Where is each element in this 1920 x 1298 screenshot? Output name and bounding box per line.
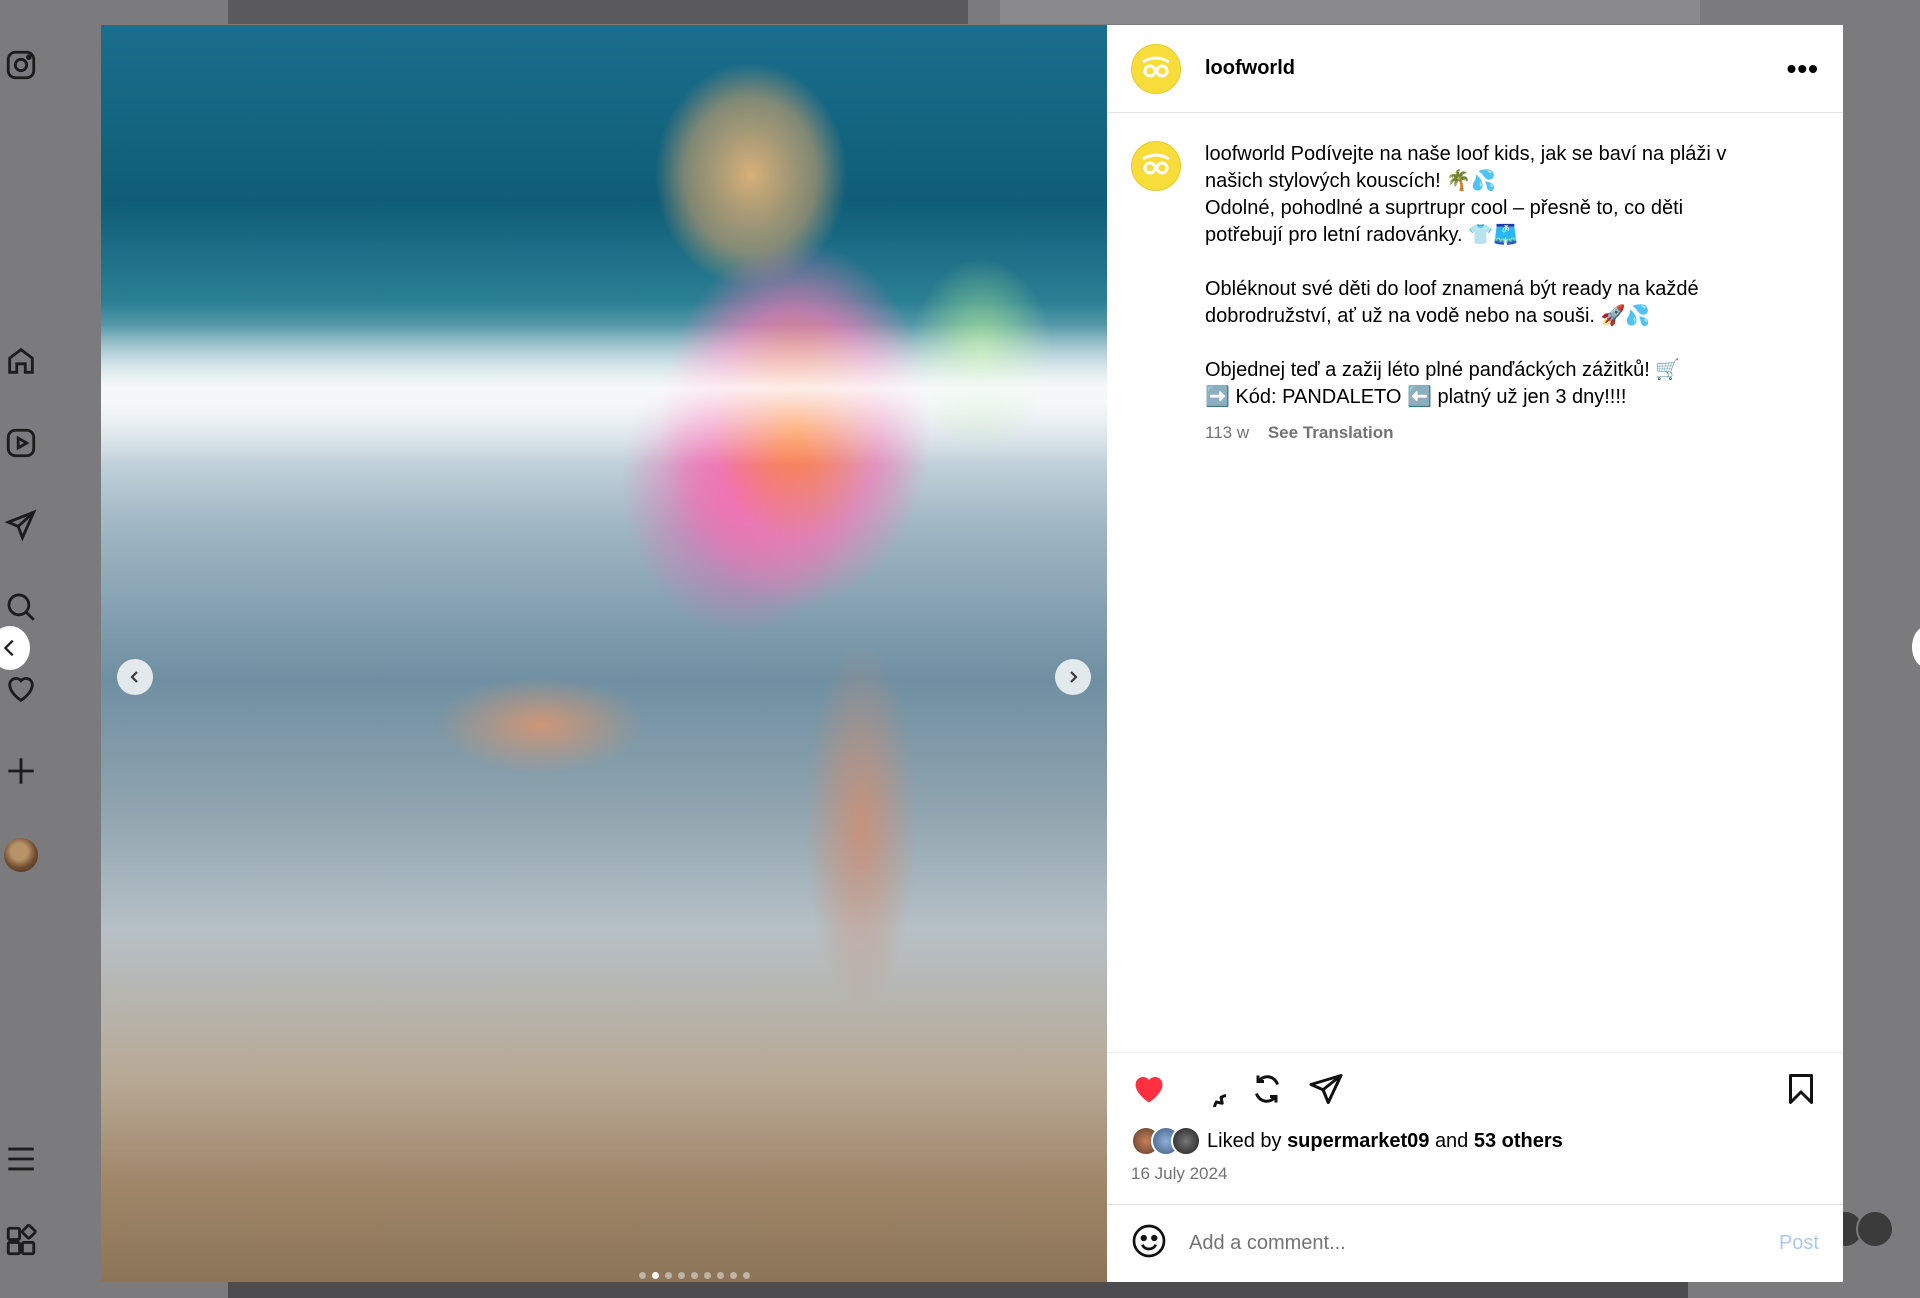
more-options-icon[interactable]: ••• — [1787, 54, 1819, 83]
like-button[interactable] — [1129, 1069, 1169, 1109]
instagram-icon[interactable] — [2, 46, 40, 84]
see-translation-link[interactable]: See Translation — [1268, 423, 1394, 442]
save-button[interactable] — [1781, 1069, 1821, 1109]
photo-foam — [101, 325, 1107, 465]
carousel-dots — [639, 1272, 750, 1279]
post-comment-button[interactable]: Post — [1779, 1232, 1819, 1255]
more-apps-icon[interactable] — [2, 1222, 40, 1260]
profile-avatar[interactable] — [4, 838, 38, 872]
liked-by-others-link[interactable]: 53 others — [1474, 1130, 1563, 1153]
comment-button[interactable] — [1188, 1069, 1228, 1109]
liker-avatars[interactable] — [1131, 1126, 1201, 1156]
bookmark-icon — [1789, 1073, 1813, 1104]
menu-icon[interactable] — [2, 1140, 40, 1178]
smiley-icon — [1132, 1224, 1166, 1258]
likes-summary: Liked by supermarket09 and 53 others — [1107, 1126, 1843, 1156]
messages-avatars[interactable] — [1826, 1210, 1894, 1248]
panda-logo-icon — [1142, 56, 1170, 77]
carousel-dot — [704, 1272, 711, 1279]
heart-icon[interactable] — [2, 670, 40, 708]
direct-icon[interactable] — [2, 506, 40, 544]
carousel-dot — [717, 1272, 724, 1279]
share-button[interactable] — [1306, 1069, 1346, 1109]
repost-button[interactable] — [1247, 1069, 1287, 1109]
post-photo — [101, 25, 1107, 1282]
caption-text: Podívejte na naše loof kids, jak se baví… — [1205, 143, 1727, 408]
share-icon — [1309, 1073, 1343, 1104]
post-header: loofworld ••• — [1107, 25, 1843, 113]
heart-filled-icon — [1135, 1076, 1163, 1102]
carousel-dot — [639, 1272, 646, 1279]
caption-meta: 113 w See Translation — [1205, 419, 1765, 446]
carousel-next-button[interactable] — [1055, 659, 1091, 695]
home-icon[interactable] — [2, 342, 40, 380]
carousel-dot — [691, 1272, 698, 1279]
sidebar-nav — [0, 0, 62, 1298]
account-username[interactable]: loofworld — [1205, 57, 1295, 80]
account-avatar[interactable] — [1131, 43, 1181, 94]
panda-logo-icon — [1142, 153, 1170, 175]
repost-icon — [1255, 1074, 1279, 1103]
post-age[interactable]: 113 w — [1205, 423, 1249, 442]
comment-icon — [1213, 1093, 1226, 1107]
search-icon[interactable] — [2, 588, 40, 626]
caption-avatar[interactable] — [1131, 141, 1181, 191]
liked-by-user-link[interactable]: supermarket09 — [1287, 1130, 1429, 1153]
action-bar — [1107, 1052, 1843, 1124]
back-arrow-button[interactable] — [0, 626, 30, 670]
post-modal: loofworld ••• loofworld Podívejte na naš… — [101, 25, 1843, 1282]
next-post-button[interactable] — [1912, 626, 1920, 668]
carousel-prev-button[interactable] — [117, 659, 153, 695]
carousel-dot — [665, 1272, 672, 1279]
carousel-dot — [652, 1272, 659, 1279]
comment-input[interactable] — [1187, 1231, 1779, 1256]
post-side-panel: loofworld ••• loofworld Podívejte na naš… — [1107, 25, 1843, 1282]
caption-area: loofworld Podívejte na naše loof kids, j… — [1107, 113, 1843, 1052]
liked-by-and: and — [1434, 1129, 1469, 1152]
carousel-dot — [743, 1272, 750, 1279]
carousel-dot — [678, 1272, 685, 1279]
emoji-button[interactable] — [1131, 1223, 1167, 1264]
liked-by-prefix: Liked by — [1207, 1129, 1282, 1152]
caption: loofworld Podívejte na naše loof kids, j… — [1205, 141, 1765, 1052]
create-icon[interactable] — [2, 752, 40, 790]
comment-bar: Post — [1107, 1204, 1843, 1282]
reels-icon[interactable] — [2, 424, 40, 462]
post-date[interactable]: 16 July 2024 — [1107, 1164, 1843, 1184]
carousel-dot — [730, 1272, 737, 1279]
caption-username[interactable]: loofworld — [1205, 143, 1285, 165]
